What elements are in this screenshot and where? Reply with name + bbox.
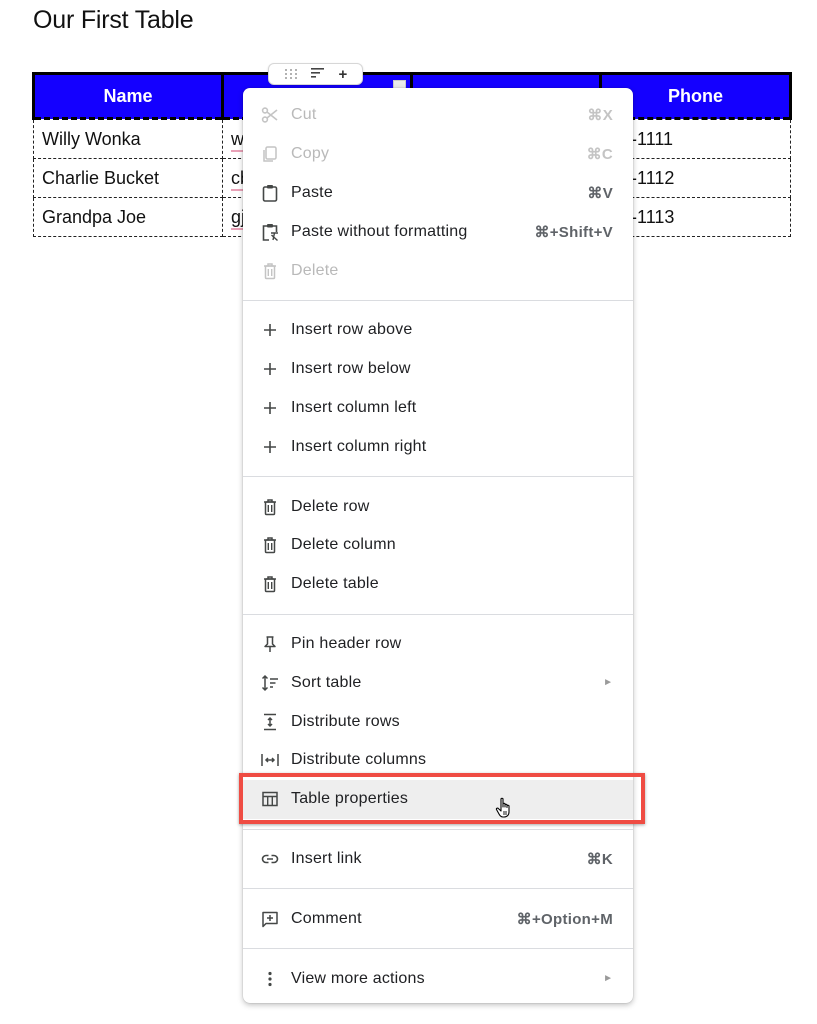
menu-item-paste[interactable]: Paste ⌘V <box>243 174 633 213</box>
menu-item-table-properties[interactable]: Table properties <box>243 779 633 819</box>
menu-item-label: Insert row below <box>291 360 411 378</box>
cell-name[interactable]: Willy Wonka <box>33 118 223 159</box>
menu-item-label: Delete row <box>291 497 370 515</box>
menu-separator <box>243 828 633 830</box>
hand-cursor-icon <box>495 797 510 818</box>
menu-item-pin-header-row[interactable]: Pin header row <box>243 625 633 664</box>
menu-item-distribute-rows[interactable]: Distribute rows <box>243 702 633 741</box>
menu-item-label: Insert column left <box>291 398 417 416</box>
menu-item-label: Comment <box>291 909 362 927</box>
menu-item-label: View more actions <box>291 969 425 987</box>
comment-add-icon <box>258 907 282 931</box>
distribute-columns-icon <box>258 748 282 772</box>
menu-item-label: Insert column right <box>291 437 427 455</box>
menu-item-insert-row-below[interactable]: Insert row below <box>243 350 633 389</box>
table-icon <box>258 787 282 811</box>
trash-icon <box>258 572 282 596</box>
header-cell-name[interactable]: Name <box>32 72 224 120</box>
shortcut-hint: ⌘C <box>586 146 613 164</box>
context-menu: Cut ⌘X Copy ⌘C Paste ⌘V Paste without formatti… <box>243 88 633 1003</box>
menu-item-distribute-columns[interactable]: Distribute columns <box>243 741 633 780</box>
shortcut-hint: ⌘X <box>587 107 613 125</box>
menu-item-delete-column[interactable]: Delete column <box>243 526 633 565</box>
menu-item-label: Distribute rows <box>291 712 400 730</box>
menu-item-comment[interactable]: Comment ⌘+Option+M <box>243 899 633 938</box>
menu-separator <box>243 476 633 478</box>
menu-item-insert-column-right[interactable]: Insert column right <box>243 427 633 466</box>
menu-separator <box>243 299 633 301</box>
menu-item-sort-table[interactable]: Sort table ► <box>243 663 633 702</box>
document-title: Our First Table <box>33 6 194 34</box>
column-toolbar: + <box>268 63 363 85</box>
menu-item-label: Table properties <box>291 790 409 808</box>
submenu-arrow-icon: ► <box>603 677 613 689</box>
trash-icon <box>258 533 282 557</box>
menu-item-label: Insert link <box>291 849 362 867</box>
pin-icon <box>258 632 282 656</box>
menu-item-delete-table[interactable]: Delete table <box>243 565 633 604</box>
menu-item-label: Delete table <box>291 575 379 593</box>
menu-item-insert-column-left[interactable]: Insert column left <box>243 389 633 428</box>
shortcut-hint: ⌘V <box>587 184 613 202</box>
menu-item-delete-row[interactable]: Delete row <box>243 487 633 526</box>
menu-separator <box>243 888 633 890</box>
menu-item-insert-row-above[interactable]: Insert row above <box>243 311 633 350</box>
clipboard-icon <box>258 181 282 205</box>
menu-item-label: Paste without formatting <box>291 222 468 240</box>
cell-name[interactable]: Grandpa Joe <box>33 197 223 237</box>
plus-icon <box>258 318 282 342</box>
cell-name[interactable]: Charlie Bucket <box>33 158 223 198</box>
menu-item-label: Distribute columns <box>291 751 427 769</box>
menu-item-label: Insert row above <box>291 321 413 339</box>
menu-item-label: Pin header row <box>291 634 402 652</box>
menu-item-label: Cut <box>291 106 317 124</box>
menu-item-copy[interactable]: Copy ⌘C <box>243 135 633 174</box>
submenu-arrow-icon: ► <box>603 973 613 985</box>
menu-item-label: Paste <box>291 183 333 201</box>
distribute-rows-icon <box>258 710 282 734</box>
shortcut-hint: ⌘+Shift+V <box>534 223 613 241</box>
scissors-icon <box>258 103 282 127</box>
clipboard-clear-format-icon <box>258 220 282 244</box>
menu-item-label: Delete column <box>291 536 396 554</box>
shortcut-hint: ⌘K <box>586 850 613 868</box>
drag-handle-icon[interactable] <box>284 69 298 79</box>
plus-icon <box>258 435 282 459</box>
plus-icon <box>258 357 282 381</box>
menu-item-label: Copy <box>291 145 330 163</box>
menu-item-label: Delete <box>291 261 339 279</box>
trash-icon <box>258 495 282 519</box>
shortcut-hint: ⌘+Option+M <box>516 910 613 928</box>
menu-item-cut[interactable]: Cut ⌘X <box>243 96 633 135</box>
plus-icon <box>258 396 282 420</box>
trash-icon <box>258 259 282 283</box>
menu-item-label: Sort table <box>291 673 362 691</box>
menu-item-paste-without-formatting[interactable]: Paste without formatting ⌘+Shift+V <box>243 212 633 251</box>
sort-icon <box>258 671 282 695</box>
menu-item-delete[interactable]: Delete <box>243 251 633 290</box>
link-icon <box>258 847 282 871</box>
more-vert-icon <box>258 967 282 991</box>
sort-icon[interactable] <box>311 65 325 83</box>
menu-item-view-more-actions[interactable]: View more actions ► <box>243 959 633 998</box>
menu-separator <box>243 613 633 615</box>
add-column-icon[interactable]: + <box>339 67 348 82</box>
menu-separator <box>243 948 633 950</box>
copy-icon <box>258 142 282 166</box>
menu-item-insert-link[interactable]: Insert link ⌘K <box>243 840 633 879</box>
